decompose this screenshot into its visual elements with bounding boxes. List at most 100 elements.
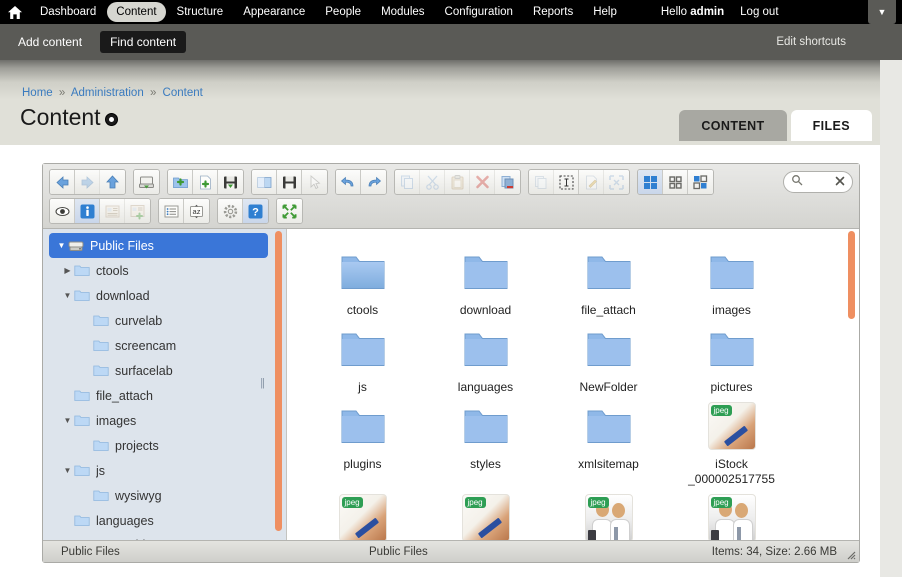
sort-az-icon[interactable]: az bbox=[184, 199, 209, 223]
file-grid-item[interactable]: styles bbox=[424, 395, 547, 487]
toolbar-item-appearance[interactable]: Appearance bbox=[234, 2, 314, 22]
user-name[interactable]: admin bbox=[690, 6, 724, 18]
tree-node-languages[interactable]: languages bbox=[43, 508, 286, 533]
redo-icon[interactable] bbox=[361, 170, 386, 194]
tree-node-ctools[interactable]: ▶ ctools bbox=[43, 258, 286, 283]
tree-scrollbar[interactable] bbox=[275, 231, 282, 531]
tab-files[interactable]: FILES bbox=[791, 110, 872, 141]
resize-icon[interactable] bbox=[604, 170, 629, 194]
fullscreen-icon[interactable] bbox=[277, 199, 302, 223]
breadcrumb-item-administration[interactable]: Administration bbox=[71, 87, 144, 99]
duplicate-icon[interactable] bbox=[529, 170, 554, 194]
new-folder-icon[interactable] bbox=[168, 170, 193, 194]
chevron-down-icon[interactable]: ▼ bbox=[868, 0, 896, 24]
tree-node-download[interactable]: ▼ download bbox=[43, 283, 286, 308]
tree-node-public-files[interactable]: ▼ Public Files bbox=[49, 233, 268, 258]
file-grid-item[interactable]: pictures bbox=[670, 318, 793, 395]
rename-icon[interactable] bbox=[579, 170, 604, 194]
tab-content[interactable]: CONTENT bbox=[679, 110, 786, 141]
file-grid-item[interactable]: jpeg bbox=[301, 487, 424, 540]
shortcut-find-content[interactable]: Find content bbox=[100, 31, 186, 53]
add-thumbnail-icon[interactable] bbox=[125, 199, 150, 223]
new-file-icon[interactable] bbox=[193, 170, 218, 194]
toolbar-item-dashboard[interactable]: Dashboard bbox=[31, 2, 105, 22]
logout-link[interactable]: Log out bbox=[732, 3, 786, 21]
file-grid-item[interactable]: images bbox=[670, 241, 793, 318]
twisty-down-icon[interactable]: ▼ bbox=[61, 466, 74, 475]
toolbar-item-structure[interactable]: Structure bbox=[168, 2, 233, 22]
tree-node-file-attach[interactable]: file_attach bbox=[43, 383, 286, 408]
select-cursor-icon[interactable] bbox=[302, 170, 327, 194]
grid-scrollbar[interactable] bbox=[848, 231, 855, 319]
tree-node-projects[interactable]: projects bbox=[43, 433, 286, 458]
select-all-icon[interactable] bbox=[554, 170, 579, 194]
reload-icon[interactable] bbox=[134, 170, 159, 194]
cut-icon[interactable] bbox=[420, 170, 445, 194]
thumbnail-list-icon[interactable] bbox=[100, 199, 125, 223]
toolbar-item-help[interactable]: Help bbox=[584, 2, 626, 22]
tree-node-screencam[interactable]: screencam bbox=[43, 333, 286, 358]
file-grid-item[interactable]: file_attach bbox=[547, 241, 670, 318]
file-grid-item[interactable]: download bbox=[424, 241, 547, 318]
file-grid-item[interactable]: languages bbox=[424, 318, 547, 395]
upload-icon[interactable] bbox=[218, 170, 243, 194]
view-details-icon[interactable] bbox=[688, 170, 713, 194]
info-icon[interactable] bbox=[75, 199, 100, 223]
breadcrumb-item-home[interactable]: Home bbox=[22, 87, 53, 99]
tree-node-js[interactable]: ▼ js bbox=[43, 458, 286, 483]
home-icon[interactable] bbox=[0, 0, 30, 24]
toolbar-item-configuration[interactable]: Configuration bbox=[436, 2, 522, 22]
folder-icon bbox=[93, 314, 111, 327]
resize-handle-icon[interactable] bbox=[844, 548, 856, 560]
search-box[interactable] bbox=[783, 171, 853, 193]
file-grid-item[interactable]: xmlsitemap bbox=[547, 395, 670, 487]
file-grid-item[interactable]: jpeg iStock _000002517755 bbox=[670, 395, 793, 487]
paste-icon[interactable] bbox=[445, 170, 470, 194]
gear-icon[interactable] bbox=[105, 113, 118, 126]
shortcut-add-content[interactable]: Add content bbox=[8, 31, 92, 53]
tree-node-surfacelab[interactable]: surfacelab bbox=[43, 358, 286, 383]
file-grid-item[interactable]: jpeg bbox=[547, 487, 670, 540]
clear-icon[interactable] bbox=[835, 173, 845, 191]
breadcrumb-item-content[interactable]: Content bbox=[163, 87, 203, 99]
file-grid-item[interactable]: plugins bbox=[301, 395, 424, 487]
delete-file-icon[interactable] bbox=[495, 170, 520, 194]
file-grid-item[interactable]: jpeg bbox=[424, 487, 547, 540]
delete-icon[interactable] bbox=[470, 170, 495, 194]
file-grid-item[interactable]: NewFolder bbox=[547, 318, 670, 395]
undo-icon[interactable] bbox=[336, 170, 361, 194]
edit-shortcuts-link[interactable]: Edit shortcuts bbox=[776, 36, 846, 48]
tree-resize-grip[interactable]: || bbox=[260, 377, 264, 389]
toolbar-item-content[interactable]: Content bbox=[107, 2, 165, 22]
folder-tree-panel[interactable]: ▼ Public Files ▶ ctools ▼ bbox=[43, 229, 287, 540]
preview-icon[interactable] bbox=[50, 199, 75, 223]
forward-icon[interactable] bbox=[75, 170, 100, 194]
toolbar-item-people[interactable]: People bbox=[316, 2, 370, 22]
tree-node-curvelab[interactable]: curvelab bbox=[43, 308, 286, 333]
twisty-down-icon[interactable]: ▼ bbox=[61, 416, 74, 425]
jpeg-thumbnail: jpeg bbox=[708, 402, 756, 450]
twisty-right-icon[interactable]: ▶ bbox=[61, 266, 74, 275]
toolbar-item-modules[interactable]: Modules bbox=[372, 2, 433, 22]
back-icon[interactable] bbox=[50, 170, 75, 194]
file-grid-item[interactable]: jpeg bbox=[670, 487, 793, 540]
view-large-icons-icon[interactable] bbox=[638, 170, 663, 194]
twisty-down-icon[interactable]: ▼ bbox=[61, 291, 74, 300]
help-icon[interactable]: ? bbox=[243, 199, 268, 223]
list-view-icon[interactable] bbox=[159, 199, 184, 223]
save-icon[interactable] bbox=[277, 170, 302, 194]
view-small-icons-icon[interactable] bbox=[663, 170, 688, 194]
tree-node-wysiwyg[interactable]: wysiwyg bbox=[43, 483, 286, 508]
tree-node-images[interactable]: ▼ images bbox=[43, 408, 286, 433]
up-icon[interactable] bbox=[100, 170, 125, 194]
tree-node-newfolder[interactable]: NewFolder bbox=[43, 533, 286, 540]
file-grid-item[interactable]: ctools bbox=[301, 241, 424, 318]
copy-icon[interactable] bbox=[395, 170, 420, 194]
settings-icon[interactable] bbox=[218, 199, 243, 223]
twisty-down-icon[interactable]: ▼ bbox=[55, 241, 68, 250]
file-grid-item[interactable]: js bbox=[301, 318, 424, 395]
open-folder-icon[interactable] bbox=[252, 170, 277, 194]
page-title: Content bbox=[20, 104, 101, 131]
toolbar-item-reports[interactable]: Reports bbox=[524, 2, 582, 22]
file-grid-panel[interactable]: ctools download file_attach bbox=[287, 229, 859, 540]
